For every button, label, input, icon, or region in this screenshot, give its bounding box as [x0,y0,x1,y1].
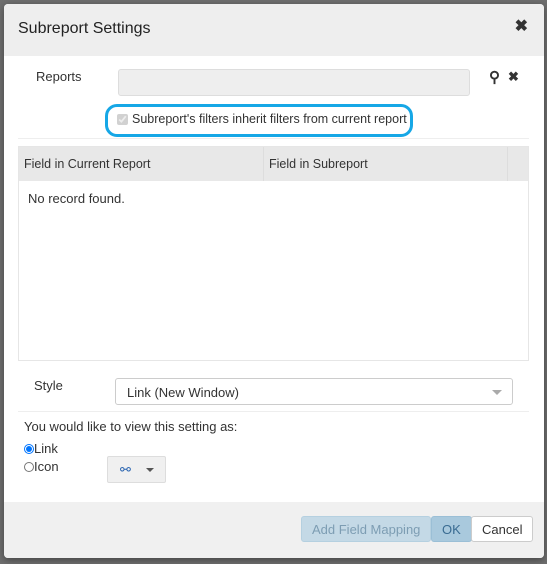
field-mapping-grid: Field in Current Report Field in Subrepo… [18,146,529,361]
add-field-mapping-button[interactable]: Add Field Mapping [301,516,432,542]
ok-button[interactable]: OK [431,516,472,542]
inherit-filters-checkbox[interactable]: Subreport's filters inherit filters from… [117,112,407,126]
close-icon[interactable]: ✖ [515,16,528,36]
search-icon[interactable]: ⚲ [489,68,500,86]
inherit-filters-label: Subreport's filters inherit filters from… [132,112,407,126]
cancel-button[interactable]: Cancel [471,516,534,542]
radio[interactable] [24,443,34,454]
style-label: Style [34,378,63,393]
clear-icon[interactable]: ✖ [508,69,519,85]
caret-down-icon [146,468,154,472]
subreport-settings-dialog: Subreport Settings ✖ Reports ⚲ ✖ Subrepo… [4,4,544,558]
chevron-down-icon [492,390,502,395]
icon-picker-button[interactable]: ⚯ [107,456,166,483]
view-label: You would like to view this setting as: [24,419,238,434]
dialog-footer: Add Field Mapping OK Cancel [4,502,544,558]
dialog-title: Subreport Settings [18,20,151,37]
radio[interactable] [24,461,34,472]
empty-message: No record found. [28,191,125,206]
column-header[interactable]: Field in Current Report [19,147,264,181]
radio-icon[interactable]: Icon [24,459,59,474]
radio-label: Link [34,441,58,456]
style-value: Link (New Window) [127,385,239,400]
column-header[interactable]: Field in Subreport [264,147,508,181]
reports-input[interactable] [118,69,470,96]
style-select[interactable]: Link (New Window) [115,378,513,405]
reports-label: Reports [36,69,82,84]
checkbox[interactable] [117,113,128,125]
radio-label: Icon [34,459,59,474]
link-icon: ⚯ [120,462,131,477]
radio-link[interactable]: Link [24,441,58,456]
dialog-header: Subreport Settings ✖ [4,4,544,56]
